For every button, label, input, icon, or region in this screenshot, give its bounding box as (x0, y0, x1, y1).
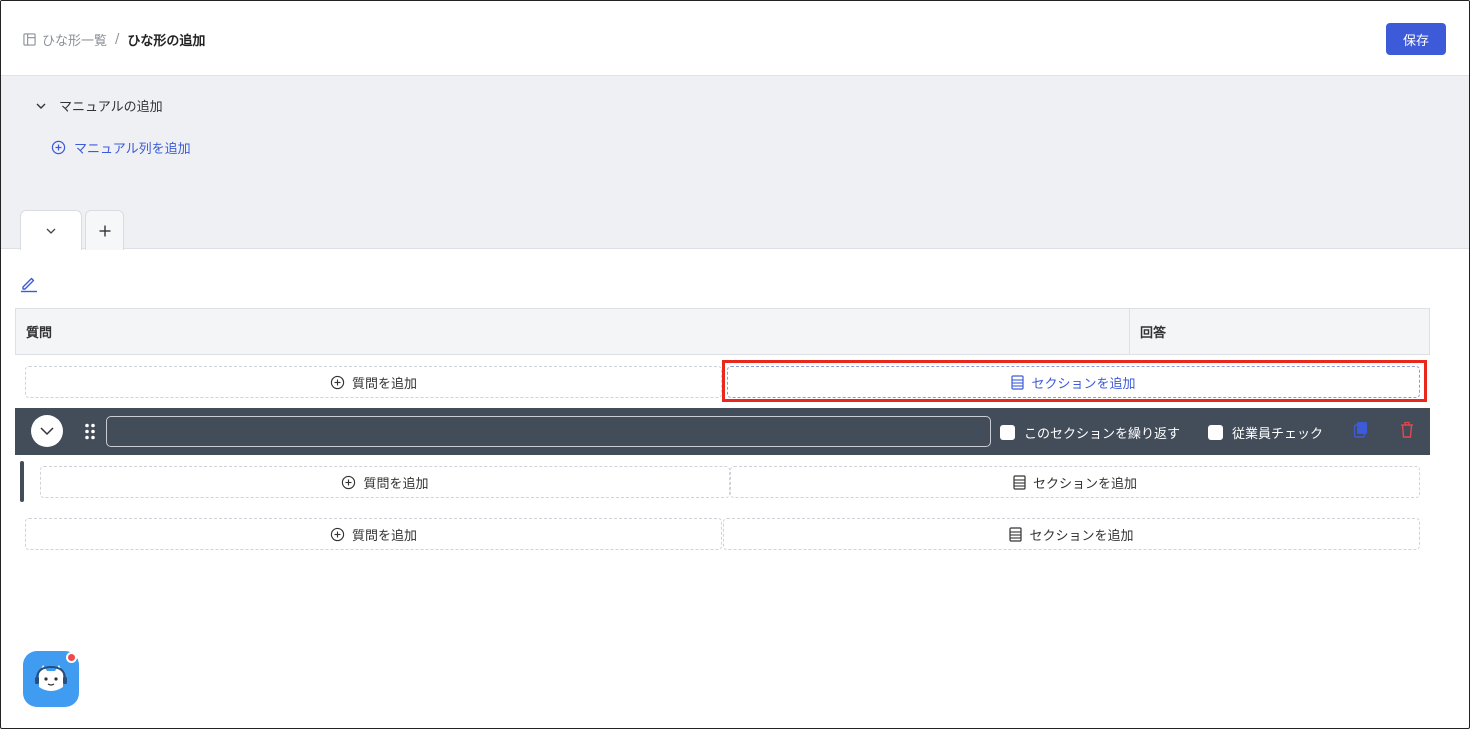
add-question-label: 質問を追加 (351, 376, 417, 392)
bottom-add-section-button[interactable]: セクションを追加 (723, 518, 1420, 550)
add-question-label: 質問を追加 (363, 476, 429, 492)
section-name-input[interactable] (106, 416, 991, 447)
breadcrumb-separator: / (115, 32, 120, 47)
breadcrumb-template-list[interactable]: ひな形一覧 (42, 30, 107, 49)
table-header: 質問 回答 (15, 308, 1430, 355)
support-mascot-icon (35, 665, 67, 691)
add-question-button[interactable]: 質問を追加 (25, 366, 722, 398)
plus-circle-icon (330, 375, 345, 389)
chevron-down-icon (36, 103, 46, 109)
column-header-question: 質問 (16, 309, 1130, 354)
bottom-add-question-button[interactable]: 質問を追加 (25, 518, 722, 550)
copy-icon[interactable] (1353, 421, 1369, 439)
plus-circle-icon (330, 527, 345, 541)
section-indent-rule (20, 461, 24, 502)
manual-title: マニュアルの追加 (59, 100, 163, 115)
add-section-label: セクションを追加 (1029, 528, 1134, 544)
tab-current[interactable] (20, 210, 82, 250)
add-section-label: セクションを追加 (1032, 476, 1137, 492)
add-manual-column-label: マニュアル列を追加 (74, 142, 191, 157)
employee-check-checkbox[interactable]: 従業員チェック (1208, 423, 1323, 442)
section-list-icon (1013, 474, 1026, 490)
manual-toggle[interactable]: マニュアルの追加 (35, 96, 163, 115)
plus-circle-icon (51, 140, 66, 155)
section-collapse-button[interactable] (31, 415, 63, 447)
add-manual-column-button[interactable]: マニュアル列を追加 (51, 138, 191, 157)
checkbox-box[interactable] (1000, 425, 1015, 440)
column-header-answer: 回答 (1140, 326, 1167, 341)
add-tab-button[interactable] (85, 210, 124, 250)
plus-icon (99, 225, 110, 236)
chevron-down-icon (40, 427, 54, 436)
save-button[interactable]: 保存 (1386, 23, 1446, 55)
chevron-down-icon (46, 228, 56, 234)
plus-circle-icon (342, 475, 356, 489)
breadcrumb: ひな形一覧 / ひな形の追加 (23, 30, 205, 49)
checkbox-box[interactable] (1208, 425, 1223, 440)
drag-handle-icon[interactable] (84, 423, 96, 440)
section-list-icon (1009, 526, 1023, 542)
section-bar: このセクションを繰り返す 従業員チェック (15, 408, 1430, 455)
section-add-section-button[interactable]: セクションを追加 (730, 466, 1420, 498)
section-add-question-button[interactable]: 質問を追加 (40, 466, 730, 498)
notification-badge (66, 652, 77, 663)
repeat-section-checkbox[interactable]: このセクションを繰り返す (1000, 423, 1180, 442)
pencil-icon[interactable] (19, 273, 39, 293)
employee-check-label: 従業員チェック (1232, 427, 1324, 442)
template-list-icon (23, 33, 36, 46)
trash-icon[interactable] (1399, 421, 1415, 439)
page-header: ひな形一覧 / ひな形の追加 保存 (1, 1, 1469, 76)
highlight-box (722, 360, 1427, 402)
repeat-section-label: このセクションを繰り返す (1024, 427, 1181, 442)
manual-panel: マニュアルの追加 マニュアル列を追加 (1, 76, 1469, 250)
app-window: ひな形一覧 / ひな形の追加 保存 マニュアルの追加 マニュアル列を追加 質問 … (0, 0, 1470, 729)
page-title: ひな形の追加 (127, 34, 206, 49)
add-question-label: 質問を追加 (351, 528, 417, 544)
